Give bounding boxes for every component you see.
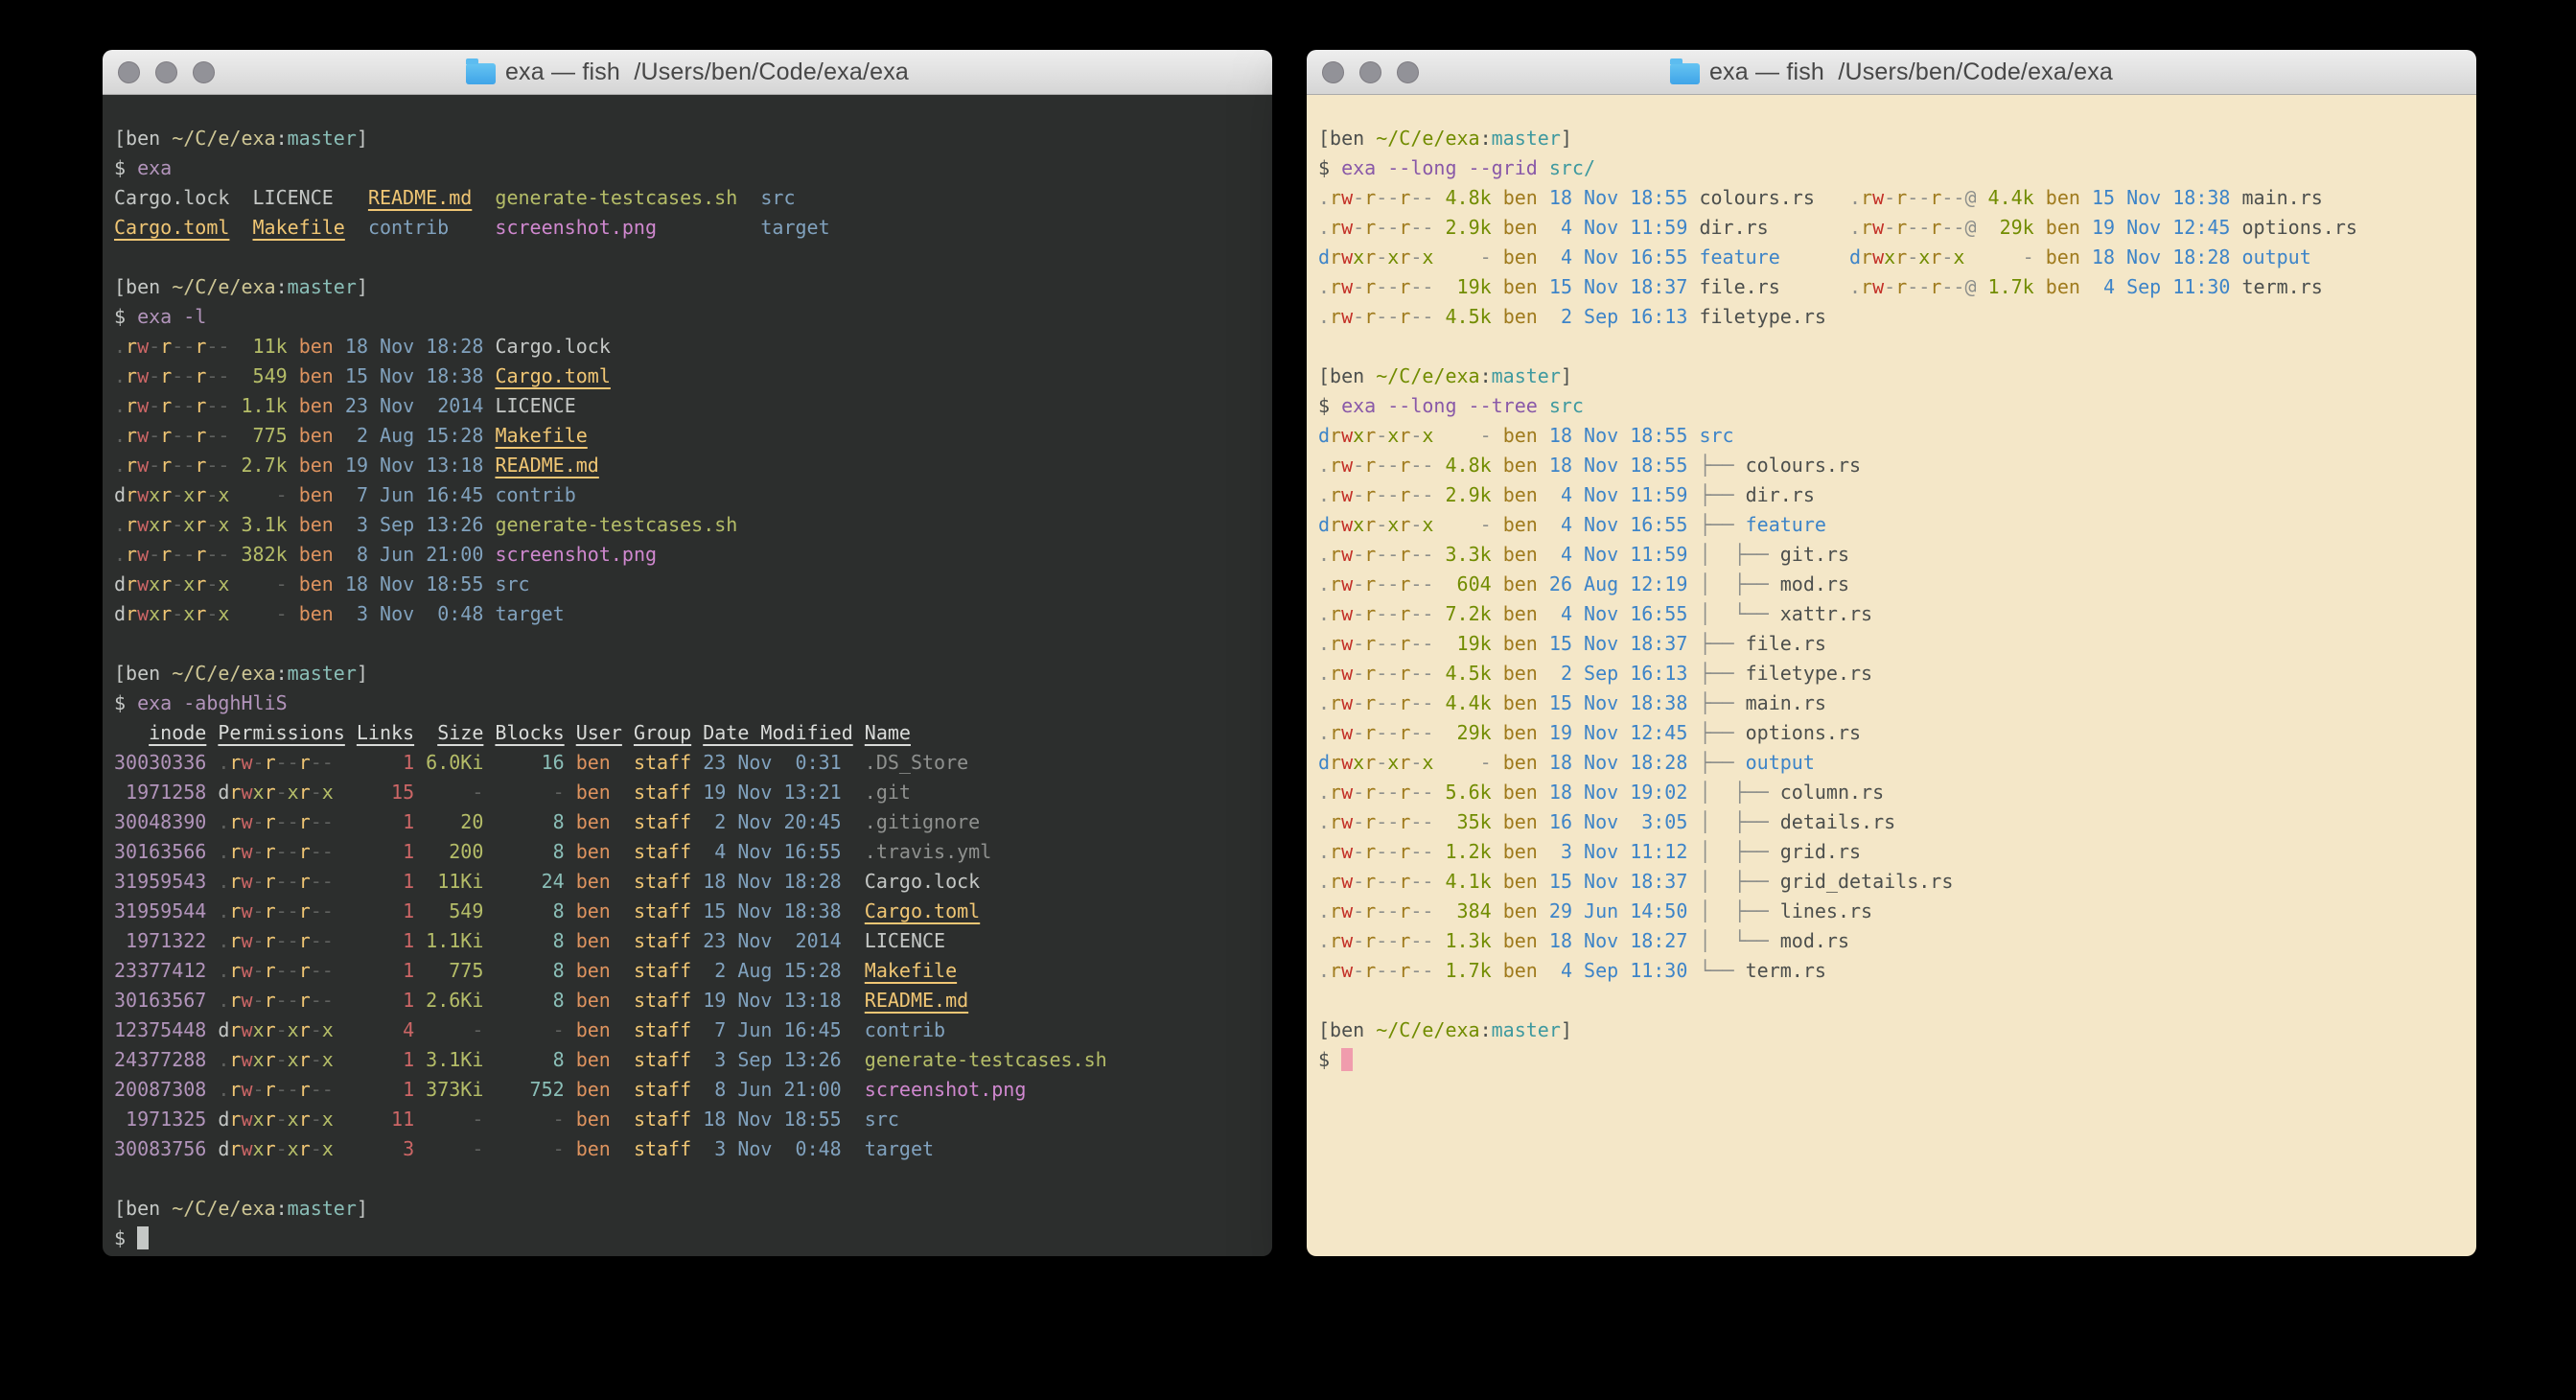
terminal-line: .rw-r--r-- 29k ben 19 Nov 12:45 ├── opti… bbox=[1318, 718, 2465, 748]
terminal-line: .rw-r--r-- 5.6k ben 18 Nov 19:02 │ ├── c… bbox=[1318, 778, 2465, 807]
terminal-line: .rw-r--r-- 1.1k ben 23 Nov 2014 LICENCE bbox=[114, 391, 1261, 421]
minimize-button[interactable] bbox=[155, 61, 177, 83]
terminal-line: drwxr-xr-x - ben 18 Nov 18:55 src bbox=[1318, 421, 2465, 451]
terminal-line: .rw-r--r-- 604 ben 26 Aug 12:19 │ ├── mo… bbox=[1318, 570, 2465, 599]
terminal-line: drwxr-xr-x - ben 3 Nov 0:48 target bbox=[114, 599, 1261, 629]
terminal-window-left: exa — fish /Users/ben/Code/exa/exa [ben … bbox=[103, 50, 1272, 1256]
terminal-line: .rw-r--r-- 35k ben 16 Nov 3:05 │ ├── det… bbox=[1318, 807, 2465, 837]
terminal-line: 23377412 .rw-r--r-- 1 775 8 ben staff 2 … bbox=[114, 956, 1261, 986]
terminal-line: 31959543 .rw-r--r-- 1 11Ki 24 ben staff … bbox=[114, 867, 1261, 897]
titlebar[interactable]: exa — fish /Users/ben/Code/exa/exa bbox=[1307, 50, 2476, 95]
terminal-line: [ben ~/C/e/exa:master] bbox=[1318, 362, 2465, 391]
terminal-line: Cargo.lock LICENCE README.md generate-te… bbox=[114, 183, 1261, 213]
traffic-lights bbox=[118, 50, 215, 94]
terminal-line: drwxr-xr-x - ben 7 Jun 16:45 contrib bbox=[114, 480, 1261, 510]
terminal-line: drwxr-xr-x - ben 18 Nov 18:28 ├── output bbox=[1318, 748, 2465, 778]
terminal-line: .rw-r--r-- 2.9k ben 4 Nov 11:59 ├── dir.… bbox=[1318, 480, 2465, 510]
terminal-line: drwxr-xr-x - ben 4 Nov 16:55 ├── feature bbox=[1318, 510, 2465, 540]
terminal-line: .rw-r--r-- 549 ben 15 Nov 18:38 Cargo.to… bbox=[114, 362, 1261, 391]
terminal-line: .rw-r--r-- 4.8k ben 18 Nov 18:55 ├── col… bbox=[1318, 451, 2465, 480]
terminal-line: .rw-r--r-- 1.3k ben 18 Nov 18:27 │ └── m… bbox=[1318, 926, 2465, 956]
terminal-window-right: exa — fish /Users/ben/Code/exa/exa [ben … bbox=[1307, 50, 2476, 1256]
terminal-line: 20087308 .rw-r--r-- 1 373Ki 752 ben staf… bbox=[114, 1075, 1261, 1105]
terminal-line: Cargo.toml Makefile contrib screenshot.p… bbox=[114, 213, 1261, 243]
terminal-line: [ben ~/C/e/exa:master] bbox=[1318, 124, 2465, 153]
terminal-line: 30163567 .rw-r--r-- 1 2.6Ki 8 ben staff … bbox=[114, 986, 1261, 1015]
terminal-line bbox=[1318, 332, 2465, 362]
terminal-line: 30163566 .rw-r--r-- 1 200 8 ben staff 4 … bbox=[114, 837, 1261, 867]
terminal-line: inode Permissions Links Size Blocks User… bbox=[114, 718, 1261, 748]
terminal-line: drwxr-xr-x - ben 4 Nov 16:55 feature drw… bbox=[1318, 243, 2465, 272]
terminal-line: [ben ~/C/e/exa:master] bbox=[114, 124, 1261, 153]
terminal-screen[interactable]: [ben ~/C/e/exa:master]$ exa --long --gri… bbox=[1307, 95, 2476, 1256]
terminal-line: .rw-r--r-- 19k ben 15 Nov 18:37 ├── file… bbox=[1318, 629, 2465, 659]
terminal-line: 30083756 drwxr-xr-x 3 - - ben staff 3 No… bbox=[114, 1134, 1261, 1164]
terminal-line: .rw-r--r-- 1.7k ben 4 Sep 11:30 └── term… bbox=[1318, 956, 2465, 986]
terminal-line: .rw-r--r-- 4.5k ben 2 Sep 16:13 ├── file… bbox=[1318, 659, 2465, 688]
traffic-lights bbox=[1322, 50, 1419, 94]
terminal-line: $ exa -l bbox=[114, 302, 1261, 332]
terminal-line: 31959544 .rw-r--r-- 1 549 8 ben staff 15… bbox=[114, 897, 1261, 926]
terminal-line: [ben ~/C/e/exa:master] bbox=[1318, 1015, 2465, 1045]
title-group: exa — fish /Users/ben/Code/exa/exa bbox=[466, 58, 909, 86]
terminal-line: .rw-r--r-- 2.9k ben 4 Nov 11:59 dir.rs .… bbox=[1318, 213, 2465, 243]
minimize-button[interactable] bbox=[1359, 61, 1381, 83]
terminal-line: .rw-r--r-- 384 ben 29 Jun 14:50 │ ├── li… bbox=[1318, 897, 2465, 926]
terminal-line bbox=[114, 243, 1261, 272]
terminal-line: $ bbox=[114, 1224, 1261, 1253]
terminal-line: 1971322 .rw-r--r-- 1 1.1Ki 8 ben staff 2… bbox=[114, 926, 1261, 956]
terminal-line: .rw-r--r-- 1.2k ben 3 Nov 11:12 │ ├── gr… bbox=[1318, 837, 2465, 867]
terminal-line: .rw-r--r-- 19k ben 15 Nov 18:37 file.rs … bbox=[1318, 272, 2465, 302]
terminal-line: 24377288 .rwxr-xr-x 1 3.1Ki 8 ben staff … bbox=[114, 1045, 1261, 1075]
close-button[interactable] bbox=[1322, 61, 1344, 83]
window-title: exa — fish /Users/ben/Code/exa/exa bbox=[1709, 58, 2113, 86]
terminal-line bbox=[114, 629, 1261, 659]
terminal-line: $ exa -abghHliS bbox=[114, 688, 1261, 718]
terminal-line: drwxr-xr-x - ben 18 Nov 18:55 src bbox=[114, 570, 1261, 599]
terminal-line: .rw-r--r-- 11k ben 18 Nov 18:28 Cargo.lo… bbox=[114, 332, 1261, 362]
terminal-line bbox=[1318, 986, 2465, 1015]
terminal-line: 12375448 drwxr-xr-x 4 - - ben staff 7 Ju… bbox=[114, 1015, 1261, 1045]
terminal-line: 30030336 .rw-r--r-- 1 6.0Ki 16 ben staff… bbox=[114, 748, 1261, 778]
terminal-line: $ exa bbox=[114, 153, 1261, 183]
titlebar[interactable]: exa — fish /Users/ben/Code/exa/exa bbox=[103, 50, 1272, 95]
terminal-line: 30048390 .rw-r--r-- 1 20 8 ben staff 2 N… bbox=[114, 807, 1261, 837]
terminal-line: .rw-r--r-- 382k ben 8 Jun 21:00 screensh… bbox=[114, 540, 1261, 570]
title-group: exa — fish /Users/ben/Code/exa/exa bbox=[1670, 58, 2113, 86]
terminal-line: [ben ~/C/e/exa:master] bbox=[114, 272, 1261, 302]
terminal-line: .rw-r--r-- 2.7k ben 19 Nov 13:18 README.… bbox=[114, 451, 1261, 480]
terminal-line: .rwxr-xr-x 3.1k ben 3 Sep 13:26 generate… bbox=[114, 510, 1261, 540]
terminal-line: .rw-r--r-- 7.2k ben 4 Nov 16:55 │ └── xa… bbox=[1318, 599, 2465, 629]
terminal-line: .rw-r--r-- 4.4k ben 15 Nov 18:38 ├── mai… bbox=[1318, 688, 2465, 718]
terminal-line: $ exa --long --tree src bbox=[1318, 391, 2465, 421]
terminal-line: .rw-r--r-- 3.3k ben 4 Nov 11:59 │ ├── gi… bbox=[1318, 540, 2465, 570]
terminal-screen[interactable]: [ben ~/C/e/exa:master]$ exaCargo.lock LI… bbox=[103, 95, 1272, 1256]
terminal-line: .rw-r--r-- 4.5k ben 2 Sep 16:13 filetype… bbox=[1318, 302, 2465, 332]
terminal-line: .rw-r--r-- 4.1k ben 15 Nov 18:37 │ ├── g… bbox=[1318, 867, 2465, 897]
terminal-line: $ bbox=[1318, 1045, 2465, 1075]
terminal-line: [ben ~/C/e/exa:master] bbox=[114, 1194, 1261, 1224]
terminal-line: .rw-r--r-- 775 ben 2 Aug 15:28 Makefile bbox=[114, 421, 1261, 451]
zoom-button[interactable] bbox=[193, 61, 215, 83]
folder-icon bbox=[1670, 63, 1700, 84]
window-title: exa — fish /Users/ben/Code/exa/exa bbox=[505, 58, 909, 86]
terminal-line: [ben ~/C/e/exa:master] bbox=[114, 659, 1261, 688]
terminal-line: 1971325 drwxr-xr-x 11 - - ben staff 18 N… bbox=[114, 1105, 1261, 1134]
folder-icon bbox=[466, 63, 496, 84]
terminal-line bbox=[114, 1164, 1261, 1194]
terminal-line: .rw-r--r-- 4.8k ben 18 Nov 18:55 colours… bbox=[1318, 183, 2465, 213]
close-button[interactable] bbox=[118, 61, 140, 83]
terminal-line: $ exa --long --grid src/ bbox=[1318, 153, 2465, 183]
zoom-button[interactable] bbox=[1397, 61, 1419, 83]
terminal-line: 1971258 drwxr-xr-x 15 - - ben staff 19 N… bbox=[114, 778, 1261, 807]
